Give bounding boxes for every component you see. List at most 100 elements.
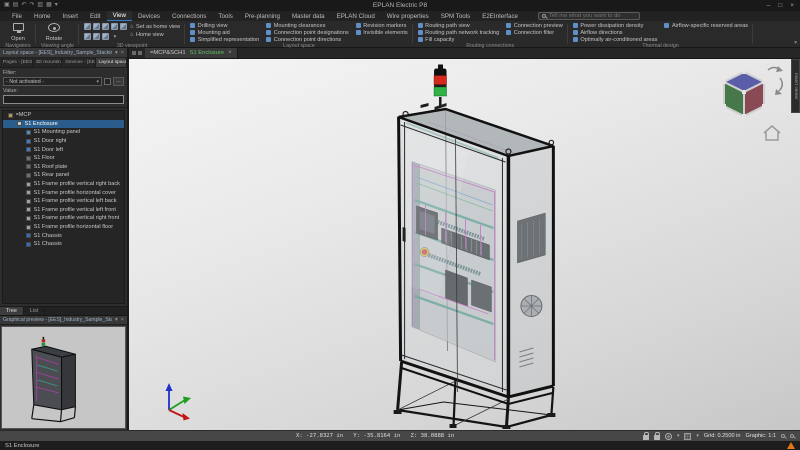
panel-menu-icon[interactable]: ▾ xyxy=(115,50,118,56)
rotate-button[interactable]: Rotate xyxy=(41,22,67,42)
viewpoint-cube-icon[interactable] xyxy=(93,33,100,40)
maximize-button[interactable]: □ xyxy=(778,1,782,10)
ribbon-tab[interactable]: View xyxy=(107,11,132,21)
ribbon-button[interactable]: Routing path network tracking xyxy=(418,29,500,36)
tree-item[interactable]: S1 Frame profile vertical left back xyxy=(3,197,124,206)
preview-close-icon[interactable]: × xyxy=(121,317,124,323)
ribbon-button[interactable]: Mounting clearances xyxy=(266,22,348,29)
qat-icon[interactable]: ↷ xyxy=(29,2,34,9)
search-input[interactable] xyxy=(549,13,636,19)
panel-tab[interactable]: Devices - [EES]_In... xyxy=(62,58,95,67)
viewpoint-cube-icon[interactable] xyxy=(93,23,100,30)
lock-icon[interactable] xyxy=(643,435,649,440)
ribbon-tab[interactable]: Insert xyxy=(57,11,84,21)
preview-menu-icon[interactable]: ▾ xyxy=(115,317,118,323)
grid-toggle-icon[interactable] xyxy=(684,433,691,440)
ribbon-tab[interactable]: E2EInterface xyxy=(476,11,524,21)
tree-item[interactable]: S1 Chassis xyxy=(3,231,124,240)
panel-close-icon[interactable]: × xyxy=(121,50,124,56)
tree-item[interactable]: S1 Roof plate xyxy=(3,163,124,172)
viewpoint-cube-icon[interactable] xyxy=(84,33,91,40)
view-cube[interactable] xyxy=(714,62,786,146)
qat-icon[interactable]: ↶ xyxy=(21,2,26,9)
viewpoint-cube-icon[interactable] xyxy=(84,23,91,30)
zoom-in-icon[interactable] xyxy=(781,434,785,438)
ribbon-button[interactable]: Mounting aid xyxy=(190,29,259,36)
ribbon-tab[interactable]: SPM Tools xyxy=(435,11,476,21)
enclosure-3d-render[interactable] xyxy=(129,59,800,430)
ribbon-tab[interactable]: Edit xyxy=(84,11,107,21)
viewpoint-dropdown-icon[interactable]: ▾ xyxy=(111,33,119,42)
ribbon-tab[interactable]: EPLAN Cloud xyxy=(331,11,381,21)
filter-more-button[interactable]: ... xyxy=(113,77,124,86)
tree-item[interactable]: S1 Frame profile vertical right back xyxy=(3,180,124,189)
view-mode-tab[interactable]: List xyxy=(24,307,45,315)
ribbon-collapse-icon[interactable]: ▾ xyxy=(794,40,797,46)
tree-item[interactable]: S1 Frame profile vertical left front xyxy=(3,206,124,215)
ribbon-button[interactable]: Connection filter xyxy=(506,29,563,36)
insert-center-tab[interactable]: Insert center xyxy=(791,59,800,113)
set-home-view-button[interactable]: ⌂ Set as home view xyxy=(130,24,180,30)
ribbon-tab[interactable]: Wire properties xyxy=(381,11,435,21)
qat-icon[interactable]: ▣ xyxy=(4,2,10,9)
tree-item[interactable]: S1 Frame profile horizontal floor xyxy=(3,223,124,232)
ribbon-tab[interactable]: Connections xyxy=(166,11,212,21)
tree-item[interactable]: S1 Floor xyxy=(3,154,124,163)
close-button[interactable]: × xyxy=(790,1,794,10)
filter-dropdown[interactable]: - Not activated - ▾ xyxy=(3,77,102,86)
viewpoint-cube-icon[interactable] xyxy=(120,23,127,30)
ribbon-button[interactable]: Drilling view xyxy=(190,22,259,29)
tree-item[interactable]: S1 Enclosure xyxy=(3,120,124,129)
ribbon-button[interactable]: Revision markers xyxy=(356,22,408,29)
ribbon-button[interactable]: Airflow directions xyxy=(573,29,658,36)
tree-item[interactable]: S1 Chassis xyxy=(3,240,124,249)
viewpoint-cube-icon[interactable] xyxy=(102,23,109,30)
value-input[interactable] xyxy=(3,95,124,104)
ribbon-tab[interactable]: Master data xyxy=(286,11,331,21)
tree-item[interactable]: S1 Frame profile horizontal cover xyxy=(3,188,124,197)
ribbon-tab[interactable]: Home xyxy=(28,11,57,21)
panel-tab[interactable]: Pages - [EES]_Ind... xyxy=(0,58,33,67)
qat-icon[interactable]: ▾ xyxy=(55,2,58,9)
panel-tab[interactable]: Layout space - [E... xyxy=(96,58,127,67)
tree-item[interactable]: S1 Door left xyxy=(3,145,124,154)
qat-icon[interactable]: ▦ xyxy=(46,2,52,9)
ribbon-button[interactable]: Power dissipation density xyxy=(573,22,658,29)
panel-tab[interactable]: 3D mounting lay... xyxy=(33,58,63,67)
3d-viewport[interactable]: Insert center xyxy=(129,59,800,430)
ribbon-button[interactable]: Connection preview xyxy=(506,22,563,29)
filter-active-checkbox[interactable] xyxy=(104,78,111,85)
ribbon-tab[interactable]: Pre-planning xyxy=(239,11,286,21)
ribbon-button[interactable]: Connection point designations xyxy=(266,29,348,36)
search-box[interactable] xyxy=(538,12,640,20)
ribbon-button[interactable]: Airflow-specific reserved areas xyxy=(664,22,748,29)
layout-space-document-tab[interactable]: =MCP&SCH1 S1 Enclosure × xyxy=(145,48,238,58)
warning-icon[interactable] xyxy=(787,442,795,449)
tab-strip-icon[interactable] xyxy=(132,51,136,55)
tree-item[interactable]: S1 Mounting panel xyxy=(3,128,124,137)
open-navigator-button[interactable]: Open xyxy=(5,22,31,42)
ribbon-button[interactable]: Invisible elements xyxy=(356,29,408,36)
tab-close-icon[interactable]: × xyxy=(228,50,232,56)
minimize-button[interactable]: – xyxy=(767,1,771,10)
tree-item[interactable]: S1 Frame profile vertical right front xyxy=(3,214,124,223)
ribbon-tab[interactable]: Tools xyxy=(212,11,238,21)
chevron-down-icon[interactable]: ▾ xyxy=(696,434,698,439)
ribbon-tab[interactable]: File xyxy=(6,11,28,21)
qat-icon[interactable]: ▥ xyxy=(37,2,43,9)
zoom-out-icon[interactable] xyxy=(790,434,794,438)
tree-item[interactable]: =MCP xyxy=(3,111,124,120)
tab-strip-icon[interactable] xyxy=(138,51,142,55)
viewpoint-cube-icon[interactable] xyxy=(102,33,109,40)
view-mode-tab[interactable]: Tree xyxy=(0,307,24,315)
unlock-icon[interactable] xyxy=(654,435,660,440)
tree-item[interactable]: S1 Door right xyxy=(3,137,124,146)
viewpoint-cube-icon[interactable] xyxy=(111,23,118,30)
ribbon-tab[interactable]: Devices xyxy=(132,11,166,21)
qat-icon[interactable]: ▤ xyxy=(13,2,19,9)
chevron-down-icon[interactable]: ▾ xyxy=(677,434,679,439)
ribbon-button[interactable]: Routing path view xyxy=(418,22,500,29)
globe-icon[interactable] xyxy=(665,433,672,440)
home-view-button[interactable]: ⌂ Home view xyxy=(130,32,180,38)
tree-item[interactable]: S1 Rear panel xyxy=(3,171,124,180)
